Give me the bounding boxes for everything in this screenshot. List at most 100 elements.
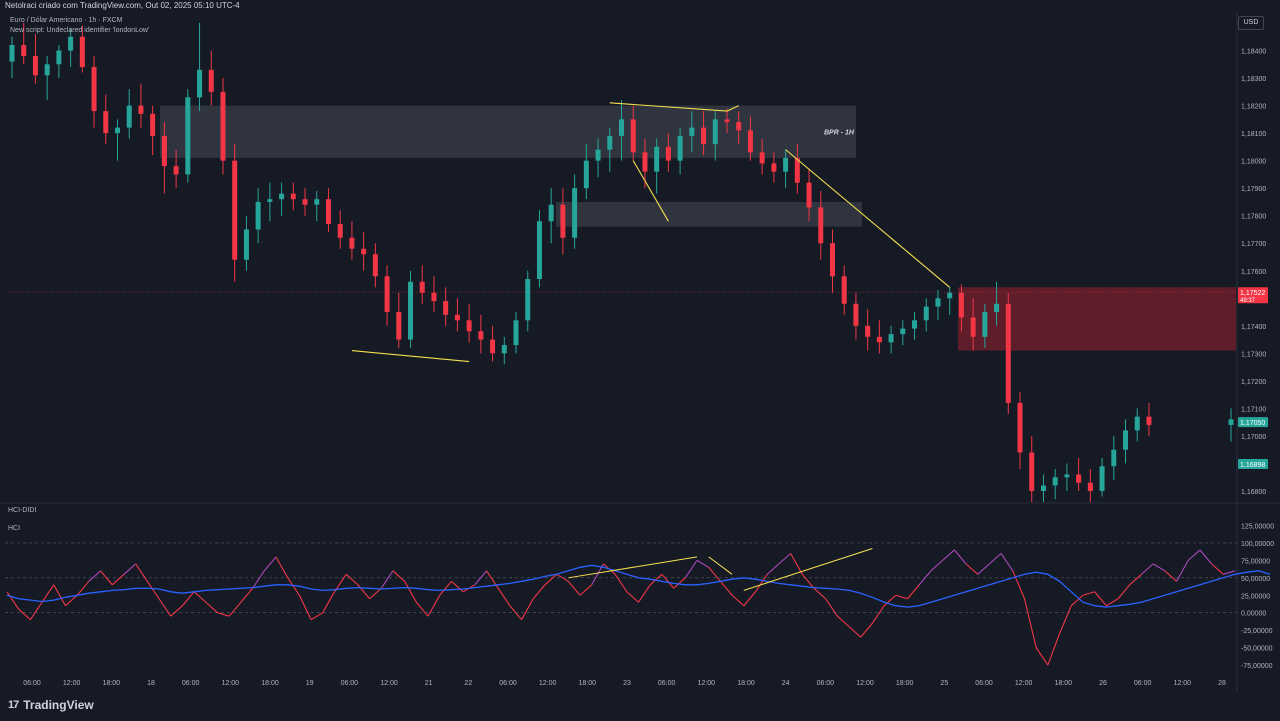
time-tick-label: 18 (147, 680, 155, 687)
candle-body (923, 306, 929, 321)
hci-tick-label: 100,00000 (1241, 541, 1274, 548)
time-tick-label: 06:00 (182, 680, 200, 687)
candle-body (607, 135, 613, 150)
candle-body (865, 325, 871, 337)
time-tick-label: 06:00 (1134, 680, 1152, 687)
candle-body (173, 166, 179, 175)
candle-body (572, 188, 578, 238)
candle-body (372, 254, 378, 277)
candle-body (701, 127, 707, 145)
hci-segment (836, 615, 850, 628)
candle-body (443, 301, 449, 315)
candle-body (408, 281, 414, 340)
candle-body (220, 91, 226, 161)
candle-body (560, 204, 566, 238)
candle-body (806, 182, 812, 208)
candle-body (619, 119, 624, 136)
tradingview-logo: 17 TradingView (8, 698, 94, 712)
candle-body (829, 243, 835, 277)
candle-body (818, 207, 824, 244)
candle-body (982, 312, 988, 337)
script-error-legend: New script: Undeclared identifier 'londo… (10, 27, 150, 34)
indicator-pane-label[interactable]: HCI-DIDI (8, 507, 36, 514)
hci-tick-label: 0,00000 (1241, 611, 1266, 618)
hci-segment (369, 587, 382, 600)
price-tick-label: 1,18100 (1241, 131, 1266, 138)
hci-segment (228, 601, 242, 617)
hci-trendline (743, 548, 873, 591)
hci-segment (263, 556, 277, 572)
hci-tick-label: 25,00000 (1241, 593, 1270, 600)
hci-segment (1082, 591, 1095, 596)
candle-body (1005, 303, 1011, 403)
price-tick-label: 1,17100 (1241, 406, 1266, 413)
candle-body (478, 331, 484, 340)
candle-body (642, 152, 648, 172)
candle-body (1146, 416, 1152, 425)
time-tick-label: 24 (782, 680, 790, 687)
candle-body (21, 45, 27, 57)
hci-segment (1106, 598, 1119, 607)
time-tick-label: 21 (425, 680, 433, 687)
candle-body (876, 336, 882, 343)
hci-segment (380, 570, 394, 589)
hci-segment (18, 608, 31, 621)
candle-body (783, 157, 789, 172)
time-tick-label: 28 (1218, 680, 1226, 687)
time-tick-label: 19 (306, 680, 314, 687)
hci-segment (766, 563, 780, 575)
candle-body (724, 119, 730, 123)
footer (0, 692, 1280, 721)
hci-segment (240, 587, 254, 603)
hci-segment (252, 570, 265, 589)
price-tick-label: 1,17000 (1241, 434, 1266, 441)
currency-button[interactable]: USD (1238, 16, 1264, 30)
price-tick-label: 1,18200 (1241, 104, 1266, 111)
hci-tick-label: -50,00000 (1241, 646, 1273, 653)
candle-body (970, 317, 976, 337)
time-tick-label: 18:00 (103, 680, 121, 687)
candle-body (736, 122, 742, 131)
candle-body (185, 97, 191, 175)
hci-segment (158, 598, 172, 617)
hci-segment (953, 549, 967, 565)
hci-segment (743, 591, 756, 607)
candle-body (747, 130, 753, 153)
candle-body (958, 292, 964, 318)
candle-body (1040, 485, 1046, 491)
candle-body (161, 135, 167, 167)
candle-body (361, 248, 367, 255)
candle-body (349, 237, 355, 249)
hci-segment (567, 580, 581, 596)
hci-tick-label: -25,00000 (1241, 628, 1273, 635)
time-tick-label: 12:00 (63, 680, 81, 687)
hci-segment (965, 563, 979, 575)
candle-body (853, 303, 859, 326)
hci-segment (53, 584, 66, 606)
hci-tick-label: 50,00000 (1241, 576, 1270, 583)
time-tick-label: 12:00 (222, 680, 240, 687)
candle-body (79, 36, 85, 68)
hci-segment (907, 584, 920, 600)
candles (9, 23, 1234, 502)
symbol-legend[interactable]: Euro / Dólar Americano · 1h · FXCM (10, 17, 122, 24)
hci-segment (1164, 570, 1177, 582)
hci-segment (1117, 584, 1131, 600)
hci-segment (135, 563, 148, 582)
time-tick-label: 18:00 (737, 680, 755, 687)
candle-body (208, 69, 214, 92)
candle-body (912, 320, 918, 329)
price-tick-label: 1,17900 (1241, 186, 1266, 193)
price-tick-label: 1,18300 (1241, 76, 1266, 83)
time-tick-label: 18:00 (261, 680, 279, 687)
candle-body (1099, 466, 1105, 491)
time-tick-label: 06:00 (499, 680, 517, 687)
hci-segment (1187, 549, 1201, 561)
hci-segment (427, 594, 441, 617)
hci-segment (1094, 591, 1107, 607)
hci-segment (930, 559, 943, 572)
price-tick-label: 1,18400 (1241, 49, 1266, 56)
chart-canvas[interactable]: BPR - 1H 1,18400 1,18300 1,18200 1,18100 1,1… (0, 12, 1280, 692)
candle-body (1134, 416, 1140, 431)
price-label: 1,17522 (1240, 290, 1265, 297)
